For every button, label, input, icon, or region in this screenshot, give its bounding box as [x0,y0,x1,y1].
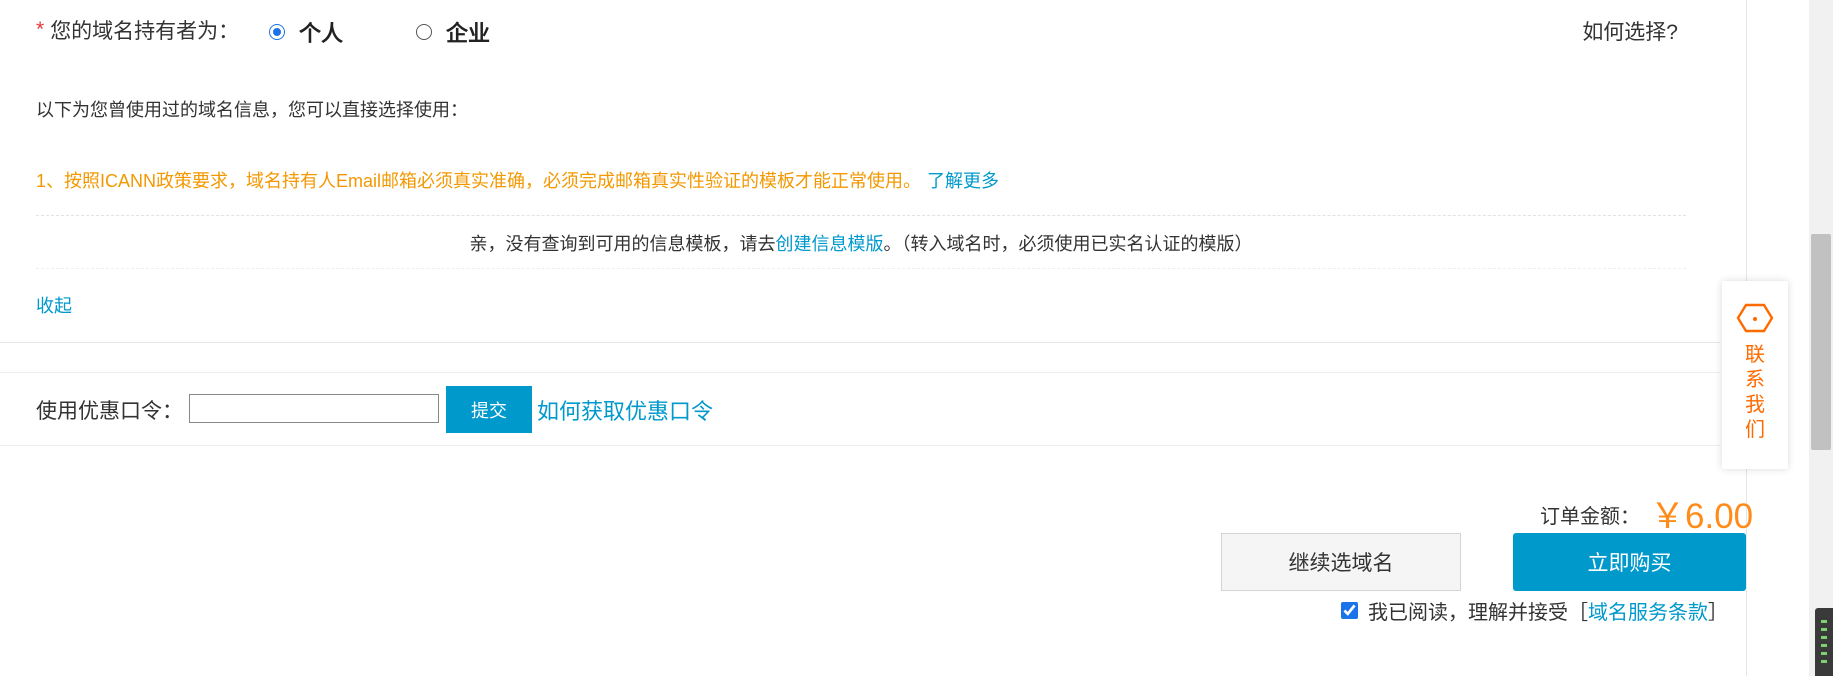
radio-selected-icon[interactable] [269,24,285,40]
owner-option-personal[interactable]: 个人 [269,16,343,48]
create-template-link[interactable]: 创建信息模版 [776,234,884,254]
cube-chat-icon [1736,303,1774,333]
owner-label: * 您的域名持有者为： [36,14,239,46]
required-mark: * [36,18,45,41]
contact-us-label: 联系我们 [1745,344,1765,441]
section-divider [0,372,1720,373]
agree-suffix: ］ [1708,602,1728,624]
collapse-link[interactable]: 收起 [36,292,72,318]
side-widget-icon [1815,608,1833,676]
owner-option-personal-label: 个人 [299,21,344,46]
scrollbar-thumb[interactable] [1811,234,1831,450]
terms-agreement: 我已阅读，理解并接受［ 域名服务条款 ］ [1341,596,1728,625]
radio-unselected-icon[interactable] [416,24,432,40]
owner-option-enterprise[interactable]: 企业 [416,16,490,48]
order-amount-label: 订单金额： [1540,506,1640,528]
agree-checkbox[interactable] [1341,602,1358,619]
divider [36,268,1686,269]
continue-select-domain-button[interactable]: 继续选域名 [1221,533,1461,591]
coupon-submit-button[interactable]: 提交 [446,386,532,433]
used-info-text: 以下为您曾使用过的域名信息，您可以直接选择使用： [36,100,468,120]
section-divider [0,445,1720,446]
empty-tip-prefix: 亲，没有查询到可用的信息模板，请去 [469,234,776,254]
domain-terms-link[interactable]: 域名服务条款 [1588,596,1708,625]
icann-notice: 1、按照ICANN政策要求，域名持有人Email邮箱必须真实准确，必须完成邮箱真… [36,167,999,193]
agree-prefix: 我已阅读，理解并接受［ [1368,602,1588,624]
learn-more-link[interactable]: 了解更多 [927,171,999,191]
how-to-choose-link[interactable]: 如何选择? [1582,16,1678,46]
divider [36,215,1686,216]
owner-option-enterprise-label: 企业 [446,21,491,46]
empty-template-tip: 亲，没有查询到可用的信息模板，请去创建信息模版。（转入域名时，必须使用已实名认证… [36,230,1686,256]
order-amount-value: ￥6.00 [1650,497,1754,536]
section-divider [0,342,1720,343]
owner-label-text: 您的域名持有者为： [50,20,240,43]
coupon-input[interactable] [189,394,439,423]
coupon-label: 使用优惠口令： [36,400,183,423]
icann-notice-text: 1、按照ICANN政策要求，域名持有人Email邮箱必须真实准确，必须完成邮箱真… [36,171,922,191]
contact-us-panel[interactable]: 联系我们 [1722,281,1788,469]
buy-now-button[interactable]: 立即购买 [1513,533,1746,591]
empty-tip-suffix: 。（转入域名时，必须使用已实名认证的模版） [883,234,1253,254]
how-get-coupon-link[interactable]: 如何获取优惠口令 [537,394,713,426]
